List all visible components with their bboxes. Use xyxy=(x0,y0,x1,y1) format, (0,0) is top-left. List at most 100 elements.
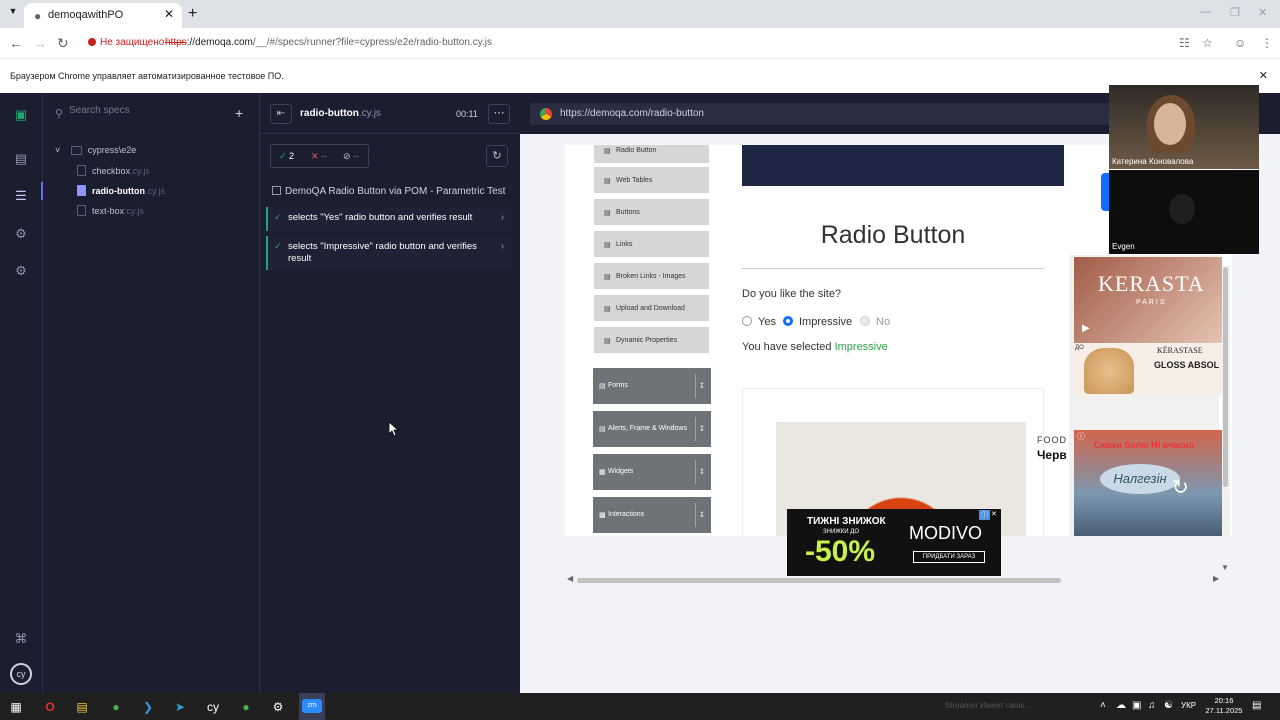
menu-item-buttons[interactable]: ▤ Buttons xyxy=(594,199,709,227)
menu-item-web-tables[interactable]: ▤ Web Tables xyxy=(594,167,709,195)
close-tab-icon[interactable]: ✕ xyxy=(164,7,174,21)
gloss-ad[interactable]: ДО KÉRASTASE GLOSS ABSOL xyxy=(1074,344,1222,396)
folder-row[interactable]: ˅ cypress\e2e xyxy=(55,145,136,155)
opera-icon[interactable]: O xyxy=(40,697,60,717)
menu-group-alerts[interactable]: ▤ Alerts, Frame & Windows ↧ xyxy=(593,411,711,447)
radio-impressive[interactable]: Impressive xyxy=(783,316,852,328)
more-options-button[interactable]: ⋯ xyxy=(488,104,510,124)
keyboard-shortcuts-icon[interactable]: ⌘ xyxy=(13,631,29,647)
menu-group-interactions[interactable]: ▩ Interactions ↧ xyxy=(593,497,711,533)
close-window-button[interactable]: ✕ xyxy=(1258,6,1267,19)
close-infobar-icon[interactable]: ✕ xyxy=(1259,69,1268,82)
alerts-icon: ▤ xyxy=(599,426,606,433)
new-tab-button[interactable]: + xyxy=(188,5,197,23)
replay-icon[interactable]: ↻ xyxy=(1172,475,1189,500)
menu-item-links[interactable]: ▤ Links xyxy=(594,231,709,259)
horizontal-scroll-thumb[interactable] xyxy=(577,578,1061,583)
network-icon[interactable]: ☯ xyxy=(1164,700,1173,711)
test-row[interactable]: ✓ selects "Impressive" radio button and … xyxy=(266,236,512,270)
help-icon[interactable]: ⓘ xyxy=(1077,431,1085,442)
video-tile[interactable]: Evgen xyxy=(1109,170,1259,254)
scroll-down-icon[interactable]: ▼ xyxy=(1221,563,1229,572)
settings-gear-icon[interactable]: ⚙ xyxy=(13,263,29,279)
back-icon[interactable]: ← xyxy=(9,35,23,51)
infobar-message: Браузером Chrome управляет автоматизиров… xyxy=(10,71,284,81)
ad-cta[interactable]: ПРИДБАТИ ЗАРАЗ xyxy=(913,551,985,563)
bookmark-star-icon[interactable]: ☆ xyxy=(1202,36,1213,50)
ad-line: ТИЖНІ ЗНИЖОК xyxy=(807,516,886,527)
warning-icon xyxy=(88,38,96,46)
runs-icon[interactable]: ▤ xyxy=(13,151,29,167)
search-specs-input[interactable]: Search specs xyxy=(69,105,130,116)
menu-item-broken-links[interactable]: ▤ Broken Links - Images xyxy=(594,263,709,291)
vscode-icon[interactable]: ❯ xyxy=(138,697,158,717)
address-bar[interactable]: https://demoqa.com/__/#/specs/runner?fil… xyxy=(165,37,492,48)
reload-icon[interactable]: ↻ xyxy=(57,35,69,52)
menu-item-radio-button[interactable]: ▤ Radio Button xyxy=(594,145,709,165)
video-tile[interactable]: Катерина Коновалова xyxy=(1109,85,1259,169)
radio-yes[interactable]: Yes xyxy=(742,316,776,328)
file-icon xyxy=(77,205,86,216)
zoom-app-button[interactable]: zm xyxy=(299,693,325,720)
menu-item-upload-download[interactable]: ▤ Upload and Download xyxy=(594,295,709,323)
monitor-icon[interactable]: ▣ xyxy=(1132,700,1141,711)
browser-tab[interactable]: ● demoqawithPO ✕ xyxy=(24,3,182,28)
scroll-left-icon[interactable]: ◀ xyxy=(567,574,573,583)
cypress-icon[interactable]: cy xyxy=(203,697,223,717)
menu-group-widgets[interactable]: ▦ Widgets ↧ xyxy=(593,454,711,490)
scroll-right-icon[interactable]: ▶ xyxy=(1213,574,1219,583)
profile-icon[interactable]: ☺ xyxy=(1234,36,1246,50)
vertical-scrollbar[interactable] xyxy=(1222,265,1230,565)
volume-icon[interactable]: ♫ xyxy=(1148,700,1156,711)
toggle-specs-list-button[interactable]: ⇤ xyxy=(270,104,292,124)
specs-list-icon[interactable]: ☰ xyxy=(13,188,29,204)
cloud-icon[interactable]: ☁ xyxy=(1116,700,1126,711)
security-chip[interactable]: Не защищено xyxy=(88,37,164,48)
radio-no[interactable]: No xyxy=(860,316,890,328)
kerastase-ad[interactable]: KERASTA PARIS ▶ xyxy=(1074,257,1222,343)
spec-file-checkbox[interactable]: checkbox.cy.js xyxy=(77,165,150,176)
pending-icon: ⊘ xyxy=(343,151,351,161)
chrome-icon[interactable]: ● xyxy=(236,697,256,717)
expand-icon: ↧ xyxy=(699,512,705,519)
chevron-up-icon[interactable]: ˄ xyxy=(1100,700,1106,711)
windows-start-icon[interactable]: ▦ xyxy=(6,697,26,717)
telegram-icon[interactable]: ➤ xyxy=(170,697,190,717)
forward-icon[interactable]: → xyxy=(33,35,47,51)
pain-relief-ad[interactable]: ⓘ Скажи болю НІ вчасно Налгезін ↻ xyxy=(1074,430,1222,536)
spec-file-radio-button[interactable]: radio-button.cy.js xyxy=(77,185,165,196)
spec-file-name: checkbox xyxy=(92,166,131,176)
ad-close-icon[interactable]: ✕ xyxy=(991,510,997,518)
translate-icon[interactable]: ☷ xyxy=(1179,36,1190,50)
menu-item-dynamic-properties[interactable]: ▤ Dynamic Properties xyxy=(594,327,709,355)
notifications-icon[interactable]: ▤ xyxy=(1252,700,1261,711)
system-clock[interactable]: 20:16 27.11.2025 xyxy=(1204,696,1244,716)
ad-sub: PARIS xyxy=(1136,299,1167,306)
food-ad-label: FOOD xyxy=(1037,435,1067,445)
tab-search-button[interactable]: ▼ xyxy=(4,6,22,22)
settings-gear-icon[interactable]: ⚙ xyxy=(268,697,288,717)
scroll-thumb[interactable] xyxy=(1223,267,1228,487)
menu-group-forms[interactable]: ▤ Forms ↧ xyxy=(593,368,711,404)
suite-title[interactable]: DemoQA Radio Button via POM - Parametric… xyxy=(272,186,505,197)
file-explorer-icon[interactable]: ▤ xyxy=(72,697,92,717)
clock-date: 27.11.2025 xyxy=(1205,706,1243,715)
chrome-icon[interactable]: ● xyxy=(106,697,126,717)
minimize-button[interactable]: — xyxy=(1200,6,1211,18)
blue-button-edge[interactable] xyxy=(1101,173,1109,211)
debug-icon[interactable]: ⚙ xyxy=(13,226,29,242)
ad-info-icon[interactable]: ⓘ xyxy=(979,510,990,520)
play-icon[interactable]: ▶ xyxy=(1082,323,1090,334)
spec-file-text-box[interactable]: text-box.cy.js xyxy=(77,205,144,216)
folder-name: cypress\e2e xyxy=(87,145,137,155)
modivo-sale-ad[interactable]: ТИЖНІ ЗНИЖОК ЗНИЖКИ ДО -50% MODIVO ПРИДБ… xyxy=(787,509,1001,576)
restore-button[interactable]: ❐ xyxy=(1230,6,1240,19)
run-timer: 00:11 xyxy=(456,109,478,119)
rerun-button[interactable]: ↻ xyxy=(486,145,508,167)
test-row[interactable]: ✓ selects "Yes" radio button and verifie… xyxy=(266,207,512,231)
cypress-cy-logo-icon[interactable]: cy xyxy=(10,663,32,685)
participant-name: Катерина Коновалова xyxy=(1112,157,1194,166)
language-indicator[interactable]: УКР xyxy=(1181,701,1196,710)
add-spec-button[interactable]: + xyxy=(235,105,243,121)
menu-kebab-icon[interactable]: ⋮ xyxy=(1261,36,1273,50)
